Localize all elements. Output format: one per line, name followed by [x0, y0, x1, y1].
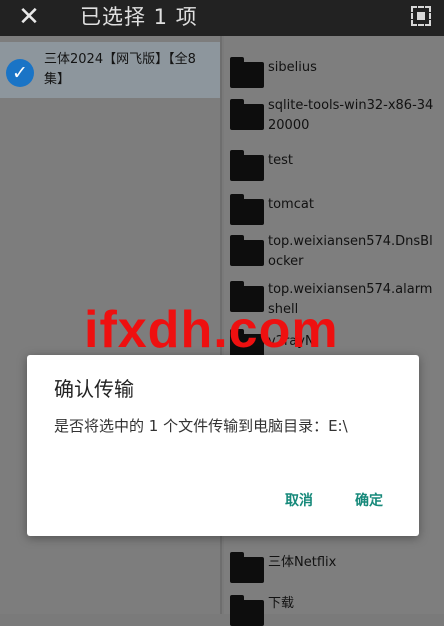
selection-title: 已选择 1 项 [80, 5, 198, 29]
watermark: ifxdh.com [84, 301, 339, 359]
folder-name: top.weixiansen574.DnsBlocker [268, 234, 433, 269]
cancel-button[interactable]: 取消 [285, 491, 313, 511]
confirm-button[interactable]: 确定 [355, 491, 383, 511]
folder-icon [230, 57, 264, 88]
dialog-message: 是否将选中的 1 个文件传输到电脑目录：E:\ [54, 417, 348, 435]
folder-name: 三体Netflix [268, 555, 337, 570]
folder-icon [230, 552, 264, 583]
check-icon[interactable]: ✓ [6, 59, 34, 87]
folder-name: tomcat [268, 197, 314, 212]
folder-icon [230, 235, 264, 266]
list-item[interactable]: ✓ 三体2024【网飞版】【全8集】 [0, 42, 220, 98]
folder-name: 下载 [268, 596, 295, 611]
confirm-transfer-dialog: 确认传输 是否将选中的 1 个文件传输到电脑目录：E:\ 取消 确定 [27, 355, 419, 536]
folder-icon [230, 194, 264, 225]
close-button[interactable]: ✕ [14, 2, 44, 32]
folder-name: sibelius [268, 60, 317, 75]
dialog-title: 确认传输 [54, 377, 134, 401]
folder-icon [230, 99, 264, 130]
folder-icon [230, 150, 264, 181]
folder-icon [230, 595, 264, 626]
select-all-icon[interactable] [411, 6, 431, 26]
folder-name: sqlite-tools-win32-x86-3420000 [268, 98, 434, 133]
folder-name: test [268, 153, 293, 168]
file-name: 三体2024【网飞版】【全8集】 [44, 52, 196, 87]
top-bar: ✕ 已选择 1 项 [0, 0, 444, 36]
